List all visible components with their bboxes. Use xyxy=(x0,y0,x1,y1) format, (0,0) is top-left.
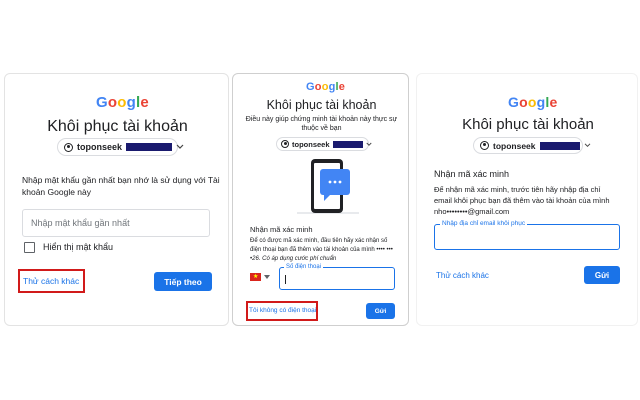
show-password-label: Hiển thị mật khẩu xyxy=(43,242,114,252)
phone-number-label: Số điện thoại xyxy=(284,263,324,271)
description-line-3: nho••••••••@gmail.com xyxy=(434,207,510,216)
password-input[interactable]: Nhập mật khẩu gần nhất xyxy=(22,209,210,237)
description-line-2: điện thoại bạn đã thêm vào tài khoản của… xyxy=(250,247,393,253)
account-chip[interactable]: toponseek xyxy=(473,137,590,154)
instruction-line-1: Nhập mật khẩu gần nhất bạn nhớ là sử dụn… xyxy=(22,175,220,185)
page-title: Khôi phục tài khoản xyxy=(47,118,188,135)
subtitle-line-1: Điều này giúp chứng minh tài khoản này t… xyxy=(245,116,398,123)
account-avatar-icon xyxy=(281,140,289,148)
next-button[interactable]: Tiếp theo xyxy=(154,272,212,291)
page-title: Khôi phục tài khoản xyxy=(266,98,377,112)
text-cursor xyxy=(285,275,286,284)
redacted-email xyxy=(126,143,173,151)
chevron-down-icon xyxy=(365,142,372,146)
try-another-way-link[interactable]: Thử cách khác xyxy=(23,276,79,286)
chevron-down-icon xyxy=(176,144,184,149)
page-title: Khôi phục tài khoản xyxy=(462,116,594,133)
instruction-line-2: khoản Google này xyxy=(22,187,91,197)
description-line-3: •26. Có áp dụng cước phí chuẩn xyxy=(250,256,337,262)
password-recovery-panel: Google Khôi phục tài khoản toponseek Nhậ… xyxy=(4,73,229,326)
google-logo: Google xyxy=(508,94,558,110)
no-phone-link[interactable]: Tôi không có điện thoại xyxy=(249,307,316,314)
redacted-email xyxy=(539,141,580,150)
section-heading: Nhận mã xác minh xyxy=(434,169,510,179)
google-logo: Google xyxy=(306,81,346,93)
redacted-email xyxy=(332,140,363,148)
email-verification-panel: Google Khôi phục tài khoản toponseek Nhậ… xyxy=(416,73,638,326)
recovery-email-label: Nhập địa chỉ email khôi phục xyxy=(440,220,528,228)
account-name: toponseek xyxy=(493,140,536,151)
account-chip[interactable]: toponseek xyxy=(276,137,372,151)
google-logo: Google xyxy=(96,94,149,111)
chevron-down-icon xyxy=(584,143,590,148)
description-line-1: Để có được mã xác minh, đầu tiên hãy xác… xyxy=(250,238,388,244)
account-chip[interactable]: toponseek xyxy=(57,138,184,156)
phone-illustration xyxy=(297,159,359,214)
description-line-1: Để nhận mã xác minh, trước tiên hãy nhập… xyxy=(434,185,601,194)
section-heading: Nhận mã xác minh xyxy=(250,225,313,234)
country-flag-icon[interactable]: ★ xyxy=(250,273,261,281)
account-name: toponseek xyxy=(77,142,123,152)
description-line-2: email khôi phục bạn đã thêm vào tài khoả… xyxy=(434,196,610,205)
try-another-way-link[interactable]: Thử cách khác xyxy=(436,271,489,280)
country-dropdown-icon[interactable] xyxy=(264,275,270,279)
send-button[interactable]: Gửi xyxy=(584,266,620,284)
send-button[interactable]: Gửi xyxy=(366,303,395,319)
recovery-email-input[interactable]: Nhập địa chỉ email khôi phục xyxy=(434,220,620,250)
subtitle-line-2: thuộc về bạn xyxy=(301,125,342,132)
phone-verification-panel: Google Khôi phục tài khoản Điều này giúp… xyxy=(232,73,409,326)
password-placeholder: Nhập mật khẩu gần nhất xyxy=(31,218,130,228)
account-avatar-icon xyxy=(64,142,73,152)
account-avatar-icon xyxy=(480,141,489,150)
show-password-checkbox[interactable] xyxy=(24,242,35,253)
account-name: toponseek xyxy=(292,139,330,149)
phone-number-input[interactable]: Số điện thoại xyxy=(279,263,395,290)
